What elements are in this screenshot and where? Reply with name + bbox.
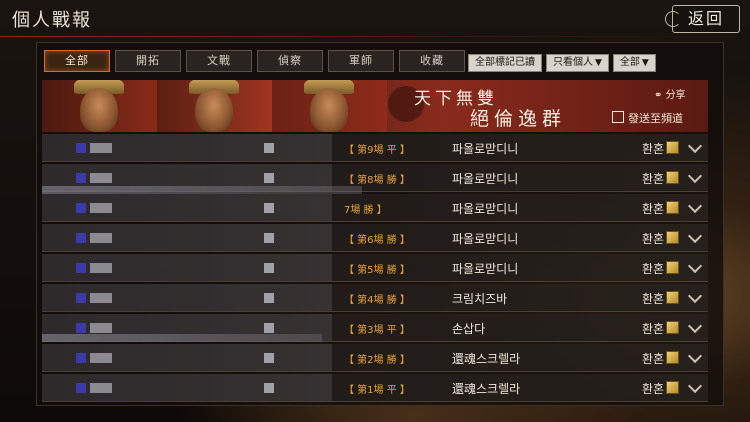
expand-chevron-icon[interactable] bbox=[687, 138, 703, 154]
dropdown-arrow-icon: ▼ bbox=[641, 58, 649, 68]
record-row[interactable]: 【 第9場 平 】 파올로맏디니 환혼 bbox=[42, 134, 708, 162]
header-divider bbox=[0, 36, 750, 37]
scope-dropdown[interactable]: 全部 ▼ bbox=[612, 54, 656, 72]
expand-chevron-icon[interactable] bbox=[687, 378, 703, 394]
send-to-channel-button[interactable]: 發送至頻道 bbox=[612, 110, 683, 126]
general-portrait bbox=[42, 80, 157, 132]
filter-bar: 全部標記已讀 只看個人 ▼ 全部 ▼ bbox=[468, 54, 660, 72]
category-tabs: 全部 開拓 文戰 偵察 軍師 收藏 bbox=[44, 50, 470, 72]
record-row[interactable]: 【 第4場 勝 】 크림치즈바 환혼 bbox=[42, 284, 708, 312]
expand-chevron-icon[interactable] bbox=[687, 258, 703, 274]
header: 個人戰報 返回 bbox=[0, 0, 750, 38]
send-icon bbox=[612, 111, 624, 123]
general-portrait bbox=[157, 80, 272, 132]
tab-favorites[interactable]: 收藏 bbox=[399, 50, 465, 72]
general-portrait bbox=[272, 80, 387, 132]
record-row[interactable]: 7場 勝 】 파올로맏디니 환혼 bbox=[42, 194, 708, 222]
tab-strategist[interactable]: 軍師 bbox=[328, 50, 394, 72]
battle-banner: 天下無雙 絕倫逸群 ⚭ 分享 發送至頻道 bbox=[42, 80, 708, 132]
redaction-streak bbox=[42, 186, 362, 194]
back-button[interactable]: 返回 bbox=[665, 5, 740, 33]
dropdown-arrow-icon: ▼ bbox=[595, 58, 602, 68]
record-row[interactable]: 【 第2場 勝 】 還魂스크렐라 환혼 bbox=[42, 344, 708, 372]
coin-icon bbox=[666, 201, 680, 214]
coin-icon bbox=[666, 231, 680, 244]
coin-icon bbox=[666, 171, 680, 184]
mark-all-read-button[interactable]: 全部標記已讀 bbox=[468, 54, 542, 72]
expand-chevron-icon[interactable] bbox=[687, 228, 703, 244]
record-list: 【 第9場 平 】 파올로맏디니 환혼 【 第8場 勝 】 파올로맏디니 환혼 … bbox=[42, 134, 708, 404]
tab-literary[interactable]: 文戰 bbox=[186, 50, 252, 72]
expand-chevron-icon[interactable] bbox=[687, 198, 703, 214]
page-title: 個人戰報 bbox=[12, 10, 92, 31]
tab-explore[interactable]: 開拓 bbox=[115, 50, 181, 72]
coin-icon bbox=[666, 381, 680, 394]
expand-chevron-icon[interactable] bbox=[687, 318, 703, 334]
record-row[interactable]: 【 第5場 勝 】 파올로맏디니 환혼 bbox=[42, 254, 708, 282]
coin-icon bbox=[666, 141, 680, 154]
record-row[interactable]: 【 第1場 平 】 還魂스크렐라 환혼 bbox=[42, 374, 708, 402]
coin-icon bbox=[666, 261, 680, 274]
personal-only-dropdown[interactable]: 只看個人 ▼ bbox=[546, 54, 609, 72]
tab-scout[interactable]: 偵察 bbox=[257, 50, 323, 72]
coin-icon bbox=[666, 291, 680, 304]
redaction-streak bbox=[42, 334, 322, 342]
record-row[interactable]: 【 第6場 勝 】 파올로맏디니 환혼 bbox=[42, 224, 708, 252]
expand-chevron-icon[interactable] bbox=[687, 288, 703, 304]
coin-icon bbox=[666, 321, 680, 334]
share-button[interactable]: ⚭ 分享 bbox=[654, 86, 686, 101]
banner-subtitle: 絕倫逸群 bbox=[470, 108, 567, 130]
expand-chevron-icon[interactable] bbox=[687, 168, 703, 184]
tab-all[interactable]: 全部 bbox=[44, 50, 110, 72]
coin-icon bbox=[666, 351, 680, 364]
expand-chevron-icon[interactable] bbox=[687, 348, 703, 364]
